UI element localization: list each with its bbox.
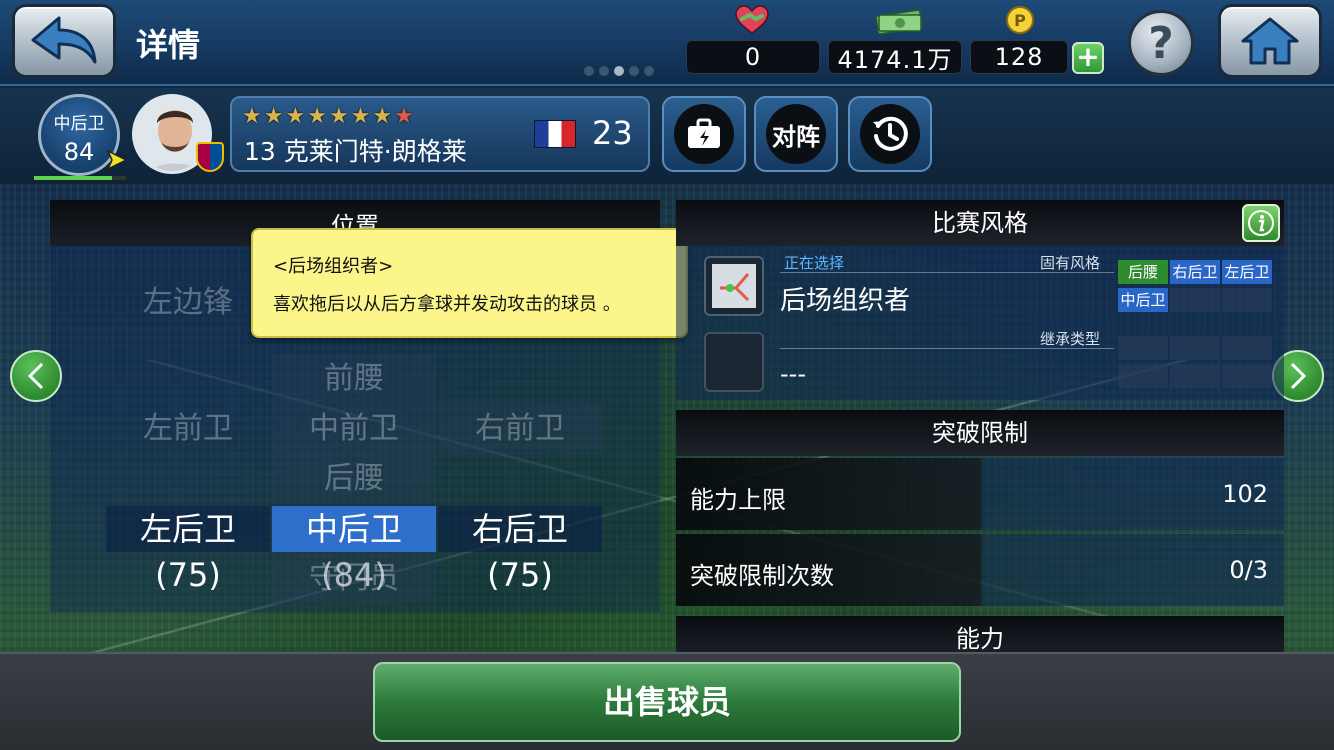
empty-tag-slot: [1222, 336, 1272, 360]
question-icon: ?: [1148, 17, 1174, 69]
position-left-wing: 左边锋: [143, 285, 233, 320]
star-icon: ★: [328, 104, 349, 129]
help-button[interactable]: ?: [1128, 10, 1194, 76]
star-icon: ★: [394, 104, 414, 129]
position-lb: 左后卫 (75): [106, 506, 270, 594]
star-icon: ★: [372, 104, 393, 129]
star-icon: ★: [350, 104, 371, 129]
play-style-info-button[interactable]: [1242, 204, 1280, 242]
page-dot: [584, 66, 594, 76]
club-crest-icon: [196, 142, 224, 172]
svg-text:P: P: [1014, 11, 1026, 30]
level-up-arrow-icon: [106, 149, 128, 171]
position-cb-selected: 中后卫 (84): [272, 506, 436, 594]
position-label: 中后卫: [53, 114, 105, 134]
home-button[interactable]: [1218, 4, 1322, 78]
tooltip-description: 喜欢拖后以从后方拿球并发动攻击的球员 。: [273, 294, 621, 315]
limit-break-title: 突破限制: [676, 410, 1284, 456]
position-dm: 后腰: [272, 454, 436, 504]
star-icon: ★: [263, 104, 284, 129]
coins-value: 128: [970, 40, 1068, 74]
inherent-tag-rb: 右后卫: [1170, 260, 1220, 284]
empty-tag-slot: [1118, 336, 1168, 360]
player-stars: ★ ★ ★ ★ ★ ★ ★ ★: [242, 104, 414, 129]
build-up-style-icon[interactable]: [704, 256, 764, 316]
history-clock-icon: [860, 104, 920, 164]
divider: [780, 348, 1114, 349]
divider: [780, 272, 1114, 273]
condition-bar-track: [112, 176, 126, 180]
inherited-type-value: ---: [780, 360, 806, 388]
player-age: 23: [592, 114, 633, 152]
back-button[interactable]: [12, 4, 116, 78]
tooltip-title: <后场组织者>: [273, 256, 394, 277]
friendship-points-value: 0: [686, 40, 820, 74]
limit-break-count-value: 0/3: [1229, 556, 1268, 584]
position-gk: 守门员: [272, 554, 436, 604]
position-rcm: 右前卫: [438, 404, 602, 454]
page-title: 详情: [136, 26, 201, 64]
empty-tag-slot: [1170, 288, 1220, 312]
briefcase-icon: [674, 104, 734, 164]
info-icon: [1248, 210, 1274, 236]
inherited-style-slot[interactable]: [704, 332, 764, 392]
france-flag-icon: [534, 120, 576, 148]
chevron-right-icon: [1290, 362, 1307, 390]
position-rb: 右后卫 (75): [438, 506, 602, 594]
empty-tag-slot: [1170, 364, 1220, 388]
page-dot: [644, 66, 654, 76]
ability-cap-label: 能力上限: [690, 486, 786, 514]
limit-break-count-label: 突破限制次数: [690, 562, 834, 590]
inherent-tag-lb: 左后卫: [1222, 260, 1272, 284]
empty-tag-slot: [1170, 336, 1220, 360]
home-icon: [1241, 17, 1299, 65]
training-button[interactable]: [662, 96, 746, 172]
play-style-tooltip[interactable]: <后场组织者> 喜欢拖后以从后方拿球并发动攻击的球员 。: [251, 228, 688, 338]
inherited-type-label: 继承类型: [1040, 330, 1101, 348]
empty-tag-slot: [1118, 364, 1168, 388]
star-icon: ★: [242, 104, 262, 129]
page-dot: [629, 66, 639, 76]
back-arrow-icon: [31, 16, 97, 64]
player-name: 13 克莱门特·朗格莱: [244, 137, 467, 166]
position-lcm: 左前卫: [143, 411, 233, 446]
current-play-style: 后场组织者: [780, 286, 911, 316]
coin-icon: P: [1000, 4, 1040, 36]
inherent-style-label: 固有风格: [1040, 254, 1101, 272]
lineup-label: 对阵: [766, 104, 826, 164]
position-am: 前腰: [272, 354, 436, 404]
lineup-button[interactable]: 对阵: [754, 96, 838, 172]
money-value: 4174.1万: [828, 40, 962, 74]
position-cm: 中前卫: [272, 404, 436, 454]
sell-player-button[interactable]: 出售球员: [373, 662, 961, 742]
handshake-icon: [732, 4, 772, 36]
star-icon: ★: [307, 104, 327, 129]
page-dot-active: [614, 66, 624, 76]
condition-bar: [34, 176, 112, 180]
history-button[interactable]: [848, 96, 932, 172]
page-indicator: [584, 66, 654, 76]
cash-icon: [872, 4, 926, 36]
empty-tag-slot: [1222, 364, 1272, 388]
ability-cap-value: 102: [1222, 480, 1268, 508]
empty-tag-slot: [1222, 288, 1272, 312]
selecting-label: 正在选择: [784, 254, 845, 272]
page-dot: [599, 66, 609, 76]
inherent-tag-cb: 中后卫: [1118, 288, 1168, 312]
add-coins-button[interactable]: +: [1072, 42, 1104, 74]
play-style-title: 比赛风格: [676, 200, 1284, 246]
inherent-tag-dm: 后腰: [1118, 260, 1168, 284]
star-icon: ★: [285, 104, 306, 129]
previous-player-button[interactable]: [10, 350, 62, 402]
chevron-left-icon: [27, 362, 44, 390]
